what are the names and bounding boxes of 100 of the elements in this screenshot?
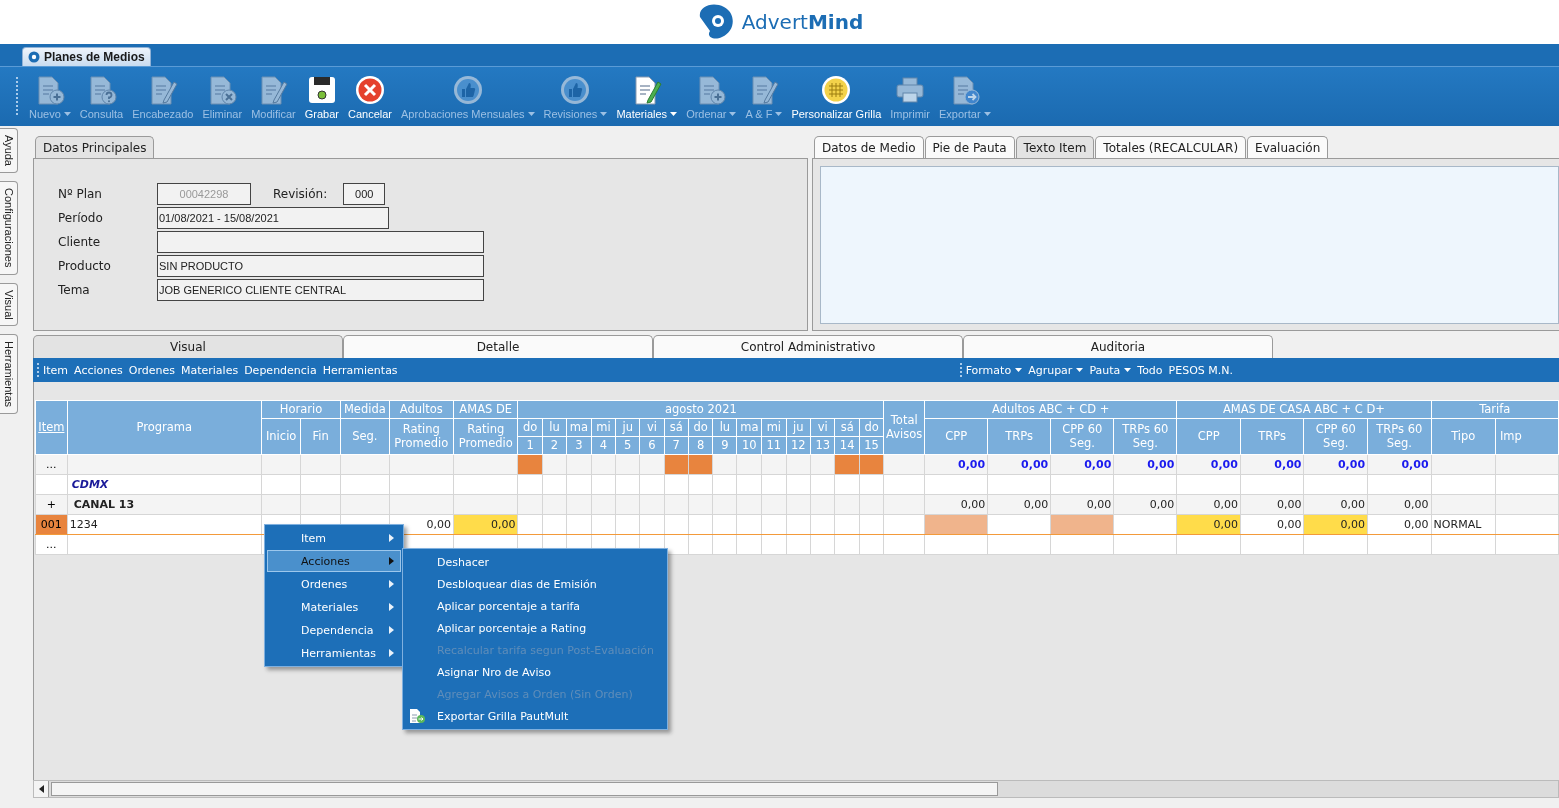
menu-item[interactable]: Asignar Nro de Aviso bbox=[403, 661, 667, 683]
menu-item[interactable]: Agrupar bbox=[1028, 363, 1084, 377]
side-tab[interactable]: Herramientas bbox=[0, 334, 18, 415]
grid-tab[interactable]: Detalle bbox=[343, 335, 653, 358]
panel-tab[interactable]: Datos de Medio bbox=[814, 136, 924, 158]
menu-item[interactable]: Herramientas bbox=[267, 642, 401, 664]
column-header: Rating Promedio bbox=[453, 418, 518, 455]
column-header: agosto 2021 bbox=[517, 400, 884, 419]
row-number-cell[interactable]: + bbox=[36, 495, 67, 514]
grid-tab[interactable]: Auditoria bbox=[963, 335, 1273, 358]
toolbar-button[interactable]: Grabar bbox=[301, 71, 342, 122]
caret-icon bbox=[527, 111, 535, 116]
panel-tab[interactable]: Datos Principales bbox=[35, 136, 155, 158]
menu-item[interactable]: Acciones bbox=[74, 363, 123, 377]
column-header: Tarifa bbox=[1431, 400, 1559, 419]
field-label: Revisión: bbox=[273, 187, 328, 201]
submenu-arrow-icon bbox=[389, 626, 394, 634]
toolbar-button[interactable]: Cancelar bbox=[345, 71, 396, 122]
submenu-arrow-icon bbox=[389, 649, 394, 657]
menu-item[interactable]: Pauta bbox=[1089, 363, 1132, 377]
submenu-arrow-icon bbox=[389, 603, 394, 611]
row-number-cell[interactable]: ... bbox=[36, 455, 67, 474]
column-header: Adultos ABC + CD + bbox=[924, 400, 1177, 419]
revision-field[interactable]: 000 bbox=[343, 183, 386, 205]
menu-item[interactable]: PESOS M.N. bbox=[1168, 363, 1233, 377]
row-number-cell[interactable]: ... bbox=[36, 535, 67, 554]
menu-item[interactable]: Desbloquear dias de Emisión bbox=[403, 573, 667, 595]
menu-item[interactable]: Todo bbox=[1137, 363, 1163, 377]
column-header: TRPs 60 Seg. bbox=[1113, 418, 1177, 455]
caret-icon bbox=[1015, 368, 1023, 372]
grid-tab[interactable]: Control Administrativo bbox=[653, 335, 963, 358]
pin-icon bbox=[28, 51, 40, 63]
panel-tab[interactable]: Texto Item bbox=[1015, 136, 1095, 158]
menu-item[interactable]: Deshacer bbox=[403, 551, 667, 573]
document-export-icon bbox=[408, 708, 426, 724]
scrollbar-thumb[interactable] bbox=[51, 782, 998, 796]
grid-icon bbox=[820, 73, 853, 106]
column-header: Rating Promedio bbox=[389, 418, 454, 455]
group-label: CDMX bbox=[70, 478, 109, 491]
grip-icon bbox=[959, 363, 962, 377]
panel-tab[interactable]: Evaluación bbox=[1247, 136, 1329, 158]
menu-item[interactable]: Formato bbox=[965, 363, 1023, 377]
menu-item[interactable]: Herramientas bbox=[322, 363, 398, 377]
caret-icon bbox=[983, 111, 991, 116]
field-label: Nº Plan bbox=[58, 187, 103, 201]
group-label: CANAL 13 bbox=[72, 498, 135, 511]
left-arrow-icon[interactable] bbox=[38, 785, 44, 793]
column-header: Medida bbox=[340, 400, 390, 419]
side-tab[interactable]: Configuraciones bbox=[0, 181, 18, 275]
column-header: TRPs bbox=[1240, 418, 1304, 455]
column-header: CPP 60 Seg. bbox=[1303, 418, 1368, 455]
column-header: Fin bbox=[300, 418, 341, 455]
logo-text: AdvertMind bbox=[741, 10, 864, 34]
column-header: CPP bbox=[924, 418, 988, 455]
caret-icon bbox=[63, 111, 71, 116]
panel-tab[interactable]: Pie de Pauta bbox=[924, 136, 1015, 158]
submenu-arrow-icon bbox=[389, 557, 394, 565]
caret-icon bbox=[1076, 368, 1084, 372]
input-field[interactable]: 01/08/2021 - 15/08/2021 bbox=[157, 207, 389, 229]
column-header: Seg. bbox=[340, 418, 390, 455]
field-label: Período bbox=[58, 211, 104, 225]
panel-tab[interactable]: Totales (RECALCULAR) bbox=[1095, 136, 1247, 158]
thumbs-up-icon bbox=[559, 73, 592, 106]
menu-item[interactable]: Dependencia bbox=[244, 363, 317, 377]
grid-tab[interactable]: Visual bbox=[33, 335, 343, 358]
submenu-arrow-icon bbox=[389, 534, 394, 542]
caret-icon bbox=[600, 111, 608, 116]
toolbar-button[interactable]: Materiales bbox=[613, 71, 681, 122]
column-header: Tipo bbox=[1431, 418, 1496, 455]
menu-item[interactable]: Acciones bbox=[267, 550, 401, 572]
toolbar-button[interactable]: Personalizar Grilla bbox=[788, 71, 885, 122]
module-tab[interactable]: Planes de Medios bbox=[22, 47, 151, 66]
menu-item[interactable]: Ordenes bbox=[267, 573, 401, 595]
cancel-icon bbox=[354, 73, 386, 106]
column-header: AMAS DE bbox=[453, 400, 518, 419]
menu-item[interactable]: Aplicar porcentaje a tarifa bbox=[403, 595, 667, 617]
menu-item[interactable]: Dependencia bbox=[267, 619, 401, 641]
column-header: Programa bbox=[67, 400, 262, 455]
menu-item[interactable]: Exportar Grilla PautMult bbox=[403, 705, 667, 727]
menu-item[interactable]: Item bbox=[43, 363, 69, 377]
grip-icon bbox=[16, 76, 19, 117]
menu-item[interactable]: Materiales bbox=[180, 363, 239, 377]
column-header: Adultos bbox=[389, 400, 454, 419]
scrollbar[interactable] bbox=[33, 780, 1559, 798]
column-header: TRPs bbox=[987, 418, 1051, 455]
menu-item[interactable]: Aplicar porcentaje a Rating bbox=[403, 617, 667, 639]
caret-icon bbox=[1124, 368, 1132, 372]
input-field[interactable]: SIN PRODUCTO bbox=[157, 255, 484, 277]
side-tab[interactable]: Visual bbox=[0, 282, 18, 327]
row-number-cell[interactable]: 001 bbox=[36, 515, 67, 534]
input-field[interactable]: JOB GENERICO CLIENTE CENTRAL bbox=[157, 279, 484, 301]
submenu-arrow-icon bbox=[389, 580, 394, 588]
input-field[interactable] bbox=[157, 231, 484, 253]
column-header: Imp bbox=[1495, 418, 1559, 455]
caret-icon bbox=[775, 111, 783, 116]
menu-item[interactable]: Ordenes bbox=[128, 363, 175, 377]
menu-item[interactable]: Materiales bbox=[267, 596, 401, 618]
column-header: TRPs 60 Seg. bbox=[1367, 418, 1432, 455]
side-tab[interactable]: Ayuda bbox=[0, 128, 18, 173]
caret-icon bbox=[729, 111, 737, 116]
